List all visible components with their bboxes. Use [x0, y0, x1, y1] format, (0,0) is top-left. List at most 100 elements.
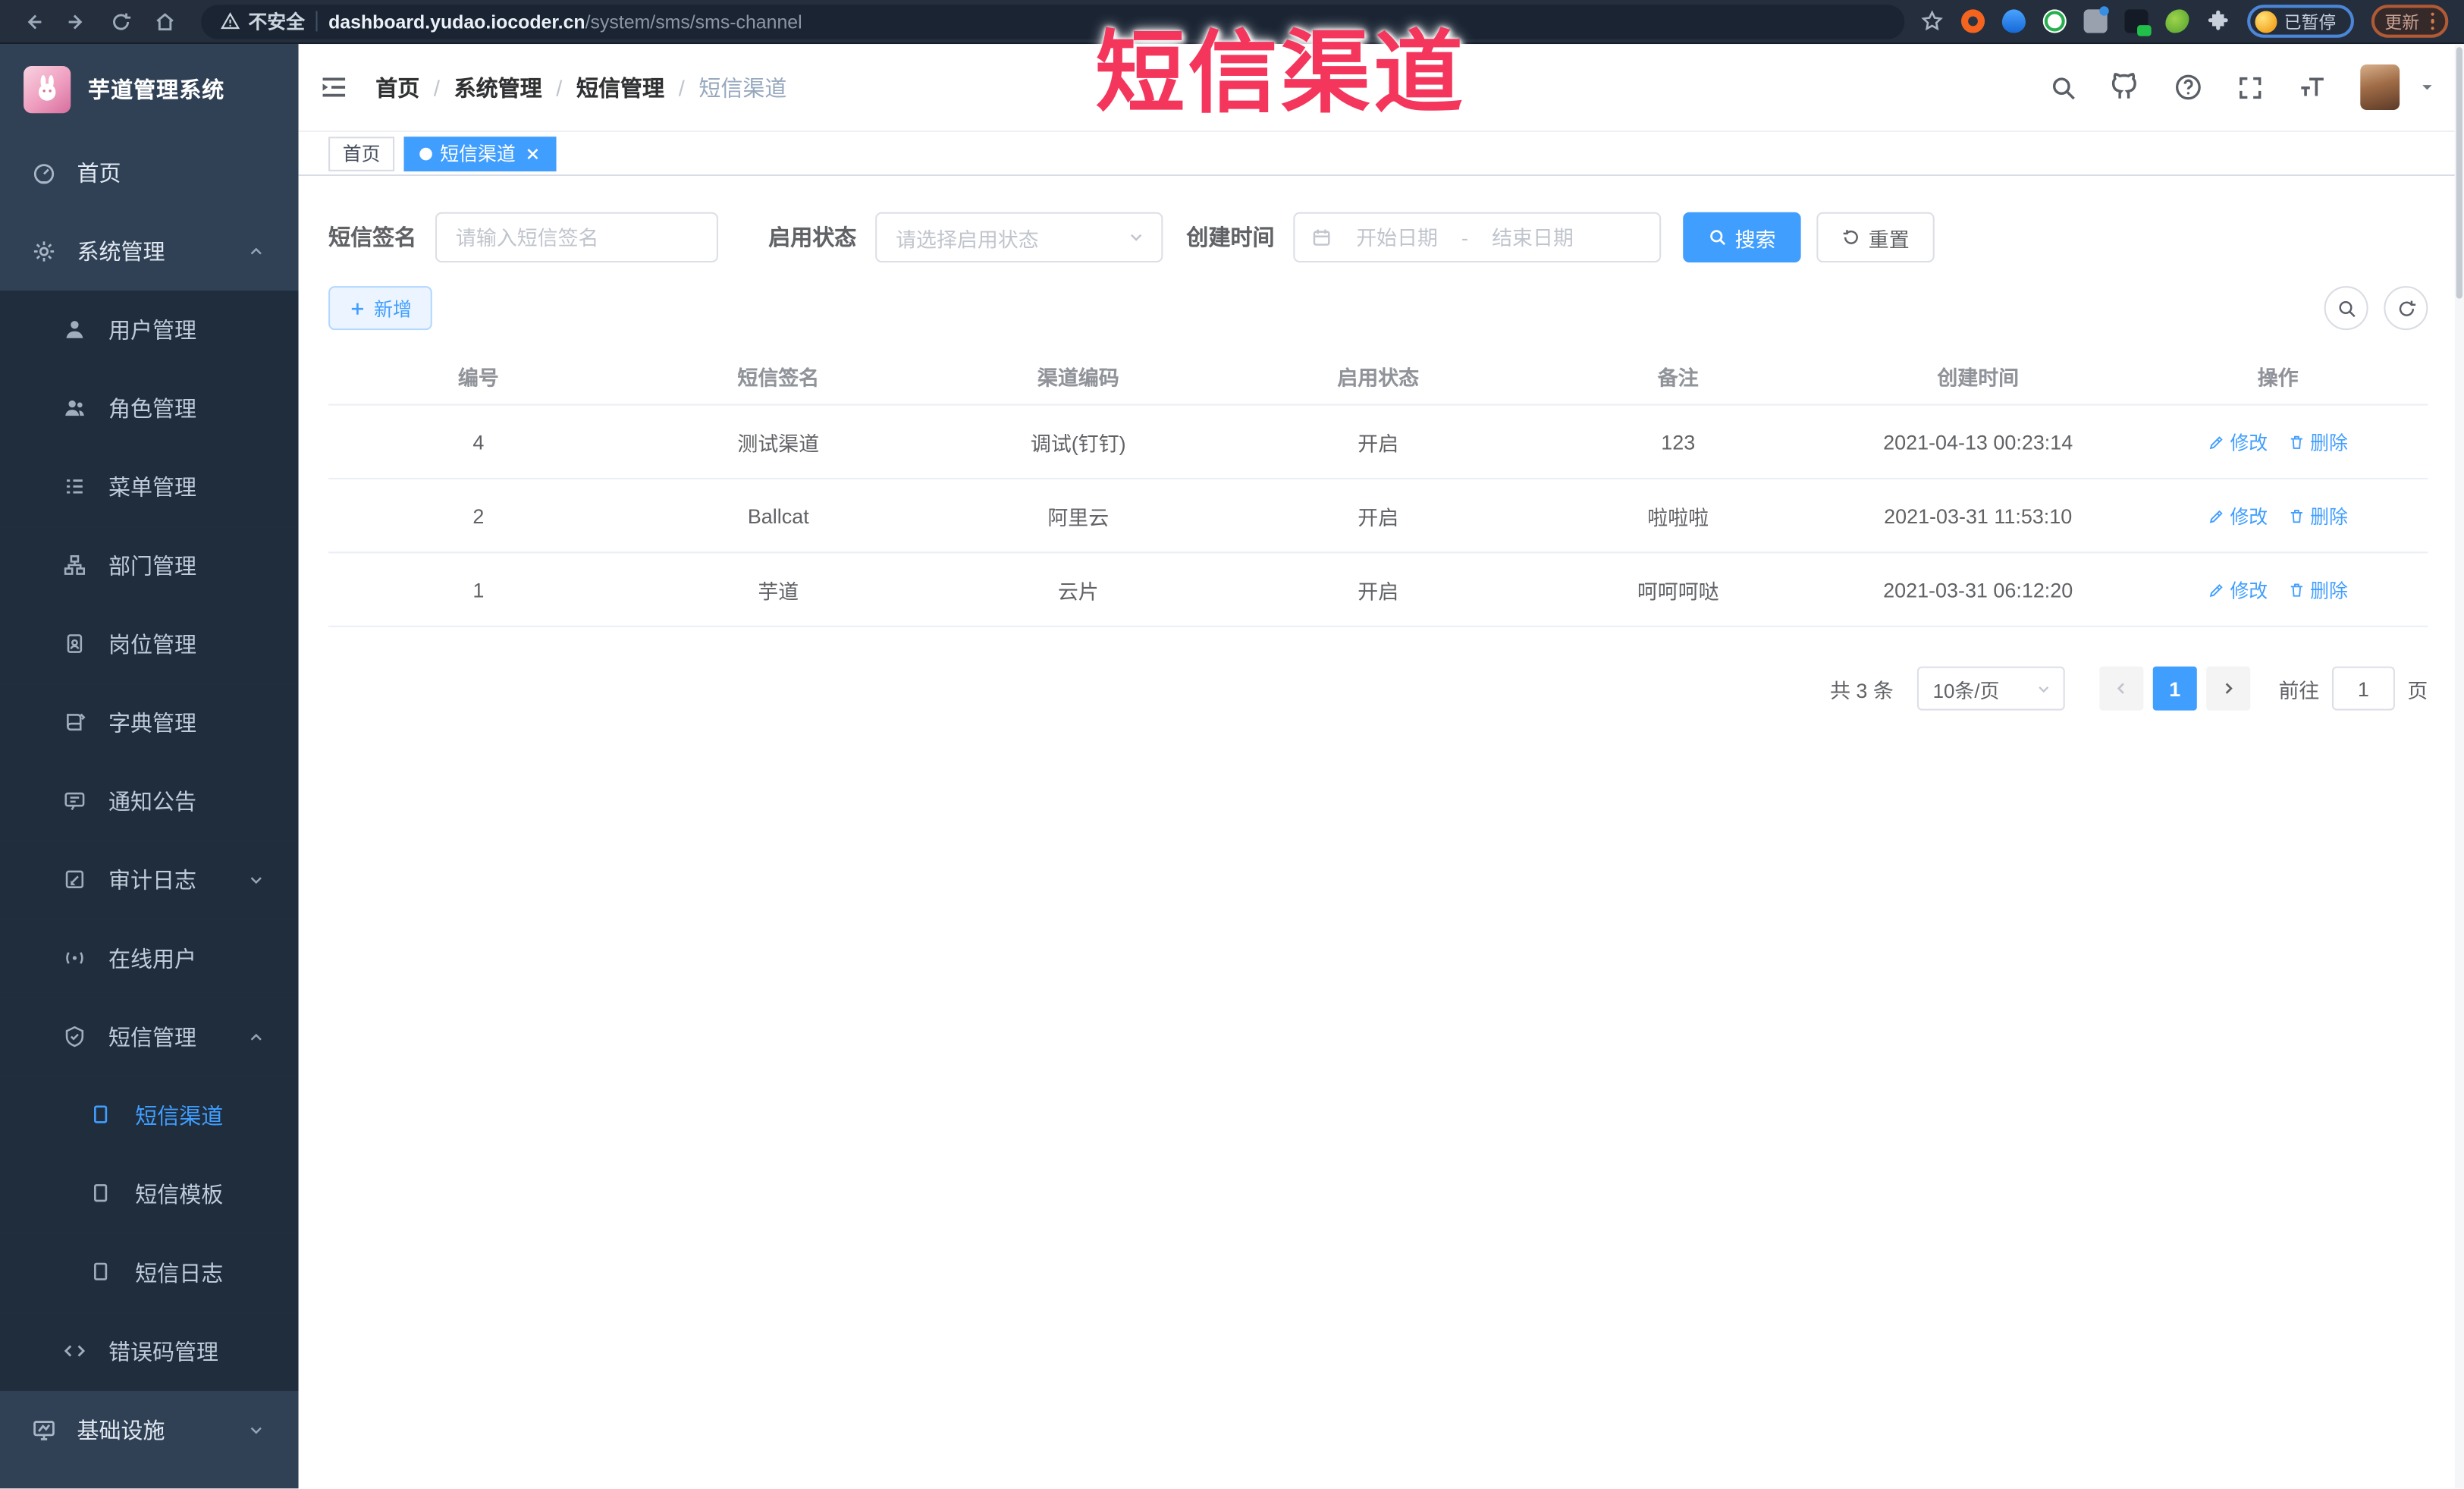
extension-grid-icon[interactable] [2083, 6, 2108, 33]
browser-home-button[interactable] [145, 2, 186, 40]
screenshot-stage: 不安全 dashboard.yudao.iocoder.cn/system/sm… [0, 0, 2464, 1489]
breadcrumb-sms[interactable]: 短信管理 [576, 71, 664, 102]
page-size-value: 10条/页 [1932, 680, 2000, 702]
profile-paused-badge[interactable]: 已暂停 [2246, 5, 2353, 38]
tag-close-icon[interactable] [525, 146, 541, 162]
avatar-caret-down-icon[interactable] [2418, 79, 2436, 96]
sidebar-item-audit-log[interactable]: 审计日志 [0, 840, 299, 920]
tag-home[interactable]: 首页 [328, 136, 395, 171]
toolbar-right [2324, 286, 2428, 331]
breadcrumb-home[interactable]: 首页 [375, 71, 419, 102]
delete-link[interactable]: 删除 [2288, 502, 2348, 529]
help-question-icon[interactable] [2174, 72, 2203, 102]
sign-input[interactable] [435, 212, 718, 263]
breadcrumb-system[interactable]: 系统管理 [454, 71, 542, 102]
sidebar-item-notice[interactable]: 通知公告 [0, 762, 299, 841]
next-page-button[interactable] [2206, 666, 2251, 711]
goto-page-input[interactable] [2331, 666, 2395, 711]
sidebar-item-home[interactable]: 首页 [0, 134, 299, 212]
status-select-placeholder: 请选择启用状态 [896, 227, 1039, 251]
extension-leaf-icon[interactable] [2164, 9, 2189, 33]
reset-button[interactable]: 重置 [1816, 212, 1935, 263]
sidebar: 芋道管理系统 首页 系统管理 用户管理 角色管理 菜单管理 部门管理 岗位管理 … [0, 44, 299, 1489]
page-size-select[interactable]: 10条/页 [1916, 666, 2065, 711]
sidebar-item-online-users[interactable]: 在线用户 [0, 919, 299, 998]
dictionary-book-icon [63, 711, 88, 736]
sidebar-item-label: 错误码管理 [108, 1339, 219, 1365]
address-bar[interactable]: 不安全 dashboard.yudao.iocoder.cn/system/sm… [201, 4, 1904, 39]
address-divider [315, 11, 318, 32]
page-scrollbar[interactable] [2454, 44, 2464, 1489]
chevron-up-icon [246, 242, 265, 261]
delete-link[interactable]: 删除 [2288, 429, 2348, 455]
table-row: 4 测试渠道 调试(钉钉) 开启 123 2021-04-13 00:23:14… [328, 406, 2428, 479]
breadcrumb-current: 短信渠道 [698, 74, 787, 100]
add-button-label: 新增 [374, 297, 412, 320]
sidebar-item-sms-log[interactable]: 短信日志 [0, 1233, 299, 1313]
sidebar-item-roles[interactable]: 角色管理 [0, 369, 299, 448]
date-range-picker[interactable]: - [1293, 212, 1662, 263]
sidebar-item-infrastructure[interactable]: 基础设施 [0, 1391, 299, 1470]
cell-actions: 修改 删除 [2128, 576, 2428, 602]
cell-code: 云片 [1057, 579, 1099, 603]
end-date-input[interactable] [1474, 225, 1591, 250]
extensions-puzzle-icon[interactable] [2205, 9, 2229, 33]
sidebar-item-error-code[interactable]: 错误码管理 [0, 1312, 299, 1391]
sidebar-item-menus[interactable]: 菜单管理 [0, 448, 299, 527]
navbar-actions [2049, 64, 2436, 111]
browser-forward-button[interactable] [57, 2, 98, 40]
sidebar-item-sms-template[interactable]: 短信模板 [0, 1154, 299, 1234]
sidebar-item-system[interactable]: 系统管理 [0, 212, 299, 291]
browser-reload-button[interactable] [101, 2, 142, 40]
announcement-icon [63, 789, 88, 814]
extension-switch-icon[interactable] [2123, 9, 2151, 36]
delete-link[interactable]: 删除 [2288, 576, 2348, 602]
toggle-search-button[interactable] [2324, 286, 2368, 331]
sidebar-item-posts[interactable]: 岗位管理 [0, 605, 299, 684]
sidebar-item-sms[interactable]: 短信管理 [0, 997, 299, 1077]
browser-toolbar: 不安全 dashboard.yudao.iocoder.cn/system/sm… [0, 0, 2464, 45]
sidebar-logo[interactable]: 芋道管理系统 [0, 44, 299, 134]
sidebar-item-label: 用户管理 [108, 317, 197, 343]
edit-link[interactable]: 修改 [2208, 429, 2268, 455]
prev-page-button[interactable] [2099, 666, 2144, 711]
refresh-table-button[interactable] [2384, 286, 2428, 331]
site-security-indicator[interactable]: 不安全 [220, 8, 305, 34]
id-badge-icon [63, 632, 88, 657]
search-button[interactable]: 搜索 [1683, 212, 1801, 263]
edit-link[interactable]: 修改 [2208, 576, 2268, 602]
edit-link[interactable]: 修改 [2208, 502, 2268, 529]
page-number-button[interactable]: 1 [2152, 666, 2197, 711]
sidebar-collapse-button[interactable] [319, 72, 349, 102]
sidebar-item-label: 在线用户 [108, 946, 197, 972]
scrollbar-thumb[interactable] [2456, 47, 2462, 299]
sidebar-item-users[interactable]: 用户管理 [0, 291, 299, 369]
header-search-icon[interactable] [2049, 73, 2077, 101]
sidebar-item-sms-channel[interactable]: 短信渠道 [0, 1076, 299, 1155]
status-select[interactable]: 请选择启用状态 [875, 212, 1163, 263]
browser-update-button[interactable]: 更新 [2370, 5, 2449, 38]
browser-back-button[interactable] [13, 2, 54, 40]
extension-check-icon[interactable] [2042, 9, 2066, 33]
fullscreen-icon[interactable] [2236, 73, 2265, 101]
extension-pin-icon[interactable] [2001, 9, 2025, 33]
cell-time: 2021-04-13 00:23:14 [1883, 429, 2073, 454]
user-avatar[interactable] [2360, 64, 2400, 111]
sidebar-item-label: 角色管理 [108, 396, 197, 422]
calendar-icon [1313, 229, 1330, 246]
dashboard-icon [31, 160, 56, 185]
tags-view-bar: 首页 短信渠道 [298, 132, 2464, 177]
browser-menu-icon[interactable] [2430, 12, 2434, 30]
start-date-input[interactable] [1339, 225, 1455, 250]
cell-id: 4 [472, 429, 485, 454]
extension-orange-icon[interactable] [1960, 9, 1985, 33]
font-size-icon[interactable] [2297, 72, 2327, 102]
add-button[interactable]: 新增 [328, 286, 432, 331]
tag-sms-channel[interactable]: 短信渠道 [403, 136, 557, 171]
search-icon [2338, 300, 2355, 317]
github-icon[interactable] [2111, 72, 2140, 102]
sidebar-item-depts[interactable]: 部门管理 [0, 526, 299, 605]
sidebar-item-dict[interactable]: 字典管理 [0, 683, 299, 762]
emoji-avatar-icon [2254, 10, 2277, 33]
bookmark-star-icon[interactable] [1919, 9, 1943, 33]
